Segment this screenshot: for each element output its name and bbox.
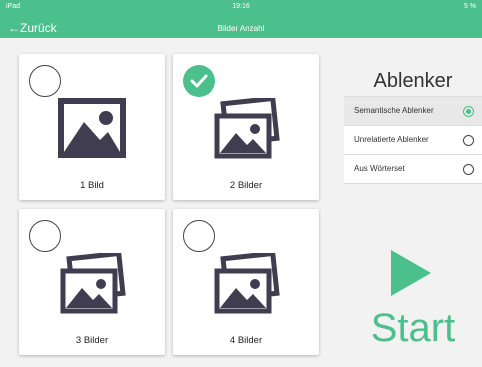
radio-selected[interactable] [463,106,474,117]
card-label: 1 Bild [80,180,104,191]
radio-unselected[interactable] [463,135,474,146]
status-bar: iPad 19:16 5 % [0,0,482,16]
start-button[interactable]: Start [358,246,468,356]
card-4-bilder[interactable]: 4 Bilder [173,209,319,355]
status-time: 19:16 [232,3,250,10]
page-title: Bilder Anzahl [217,24,265,33]
single-image-icon [19,98,165,166]
card-radio[interactable] [183,220,215,252]
option-label: Semantische Ablenker [354,106,434,115]
card-2-bilder[interactable]: 2 Bilder [173,54,319,200]
distractor-options: Semantische Ablenker Unrelatierte Ablenk… [344,96,482,184]
card-label: 3 Bilder [75,335,109,346]
radio-unselected[interactable] [463,164,474,175]
header-bar: iPad 19:16 5 % ←Zurück Bilder Anzahl [0,0,482,38]
card-radio[interactable] [29,65,61,97]
card-radio[interactable] [29,220,61,252]
play-icon [391,250,431,296]
card-radio-checked[interactable] [183,65,215,97]
check-icon [190,74,208,88]
multiple-images-icon [173,98,319,166]
distractor-title: Ablenker [373,70,453,92]
option-label: Unrelatierte Ablenker [354,135,429,144]
card-label: 4 Bilder [229,335,263,346]
multiple-images-icon [19,253,165,321]
option-aus-woerterset[interactable]: Aus Wörterset [344,155,482,184]
option-unrelatierte-ablenker[interactable]: Unrelatierte Ablenker [344,126,482,155]
option-semantische-ablenker[interactable]: Semantische Ablenker [344,97,482,126]
card-3-bilder[interactable]: 3 Bilder [19,209,165,355]
option-label: Aus Wörterset [354,164,405,173]
multiple-images-icon [173,253,319,321]
start-label: Start [370,306,456,350]
status-battery: 5 % [463,3,476,10]
card-1-bild[interactable]: 1 Bild [19,54,165,200]
card-label: 2 Bilder [229,180,263,191]
